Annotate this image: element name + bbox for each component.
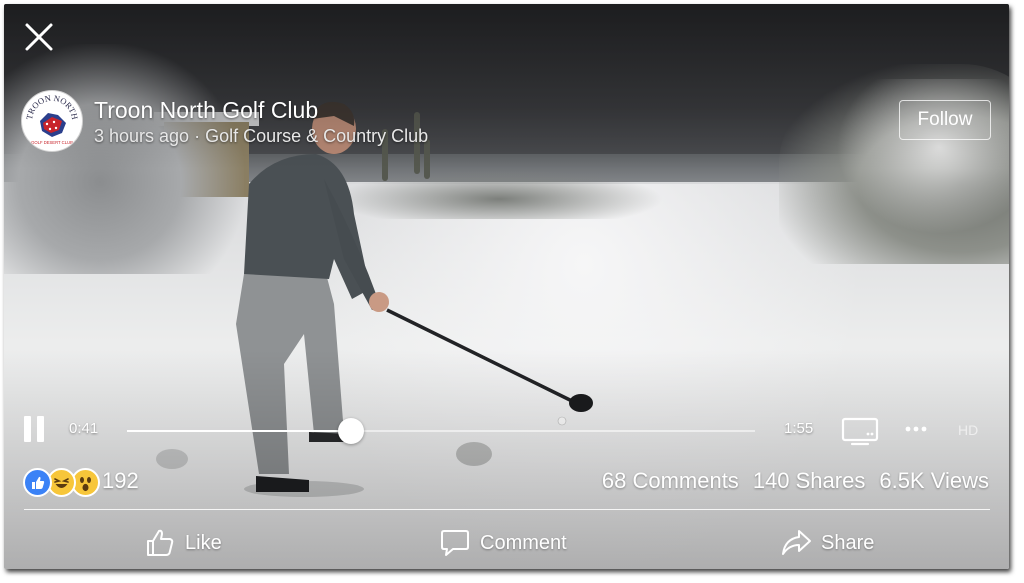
reaction-count[interactable]: 192 xyxy=(102,468,139,494)
progress-fill xyxy=(127,430,351,432)
share-icon xyxy=(782,530,811,555)
video-viewer[interactable]: TROON NORTH GOLF DESERT CLUB Troon North… xyxy=(4,4,1009,569)
views-count: 6.5K Views xyxy=(879,468,989,493)
page-name[interactable]: Troon North Golf Club xyxy=(94,97,318,124)
post-actions: Like Comment Share xyxy=(4,519,1009,567)
current-time: 0:41 xyxy=(69,420,99,437)
duration: 1:55 xyxy=(784,420,814,437)
pause-button[interactable] xyxy=(24,416,46,442)
close-icon xyxy=(25,23,53,51)
engagement-stats: 192 68 Comments 140 Shares 6.5K Views xyxy=(4,462,1009,502)
hd-toggle[interactable]: HD xyxy=(958,422,978,438)
comment-button[interactable]: Comment xyxy=(439,525,567,561)
troon-north-logo: TROON NORTH GOLF DESERT CLUB xyxy=(23,92,81,150)
cast-to-tv-button[interactable] xyxy=(840,417,880,447)
post-meta: 3 hours ago · Golf Course & Country Club xyxy=(94,126,428,147)
meta-separator: · xyxy=(189,126,206,146)
actions-divider xyxy=(24,509,990,510)
more-icon xyxy=(905,426,927,432)
comment-label: Comment xyxy=(480,531,567,554)
comments-count[interactable]: 68 Comments xyxy=(602,468,739,493)
player-controls: 0:41 1:55 HD xyxy=(4,408,1009,448)
share-button[interactable]: Share xyxy=(780,525,874,561)
page-avatar[interactable]: TROON NORTH GOLF DESERT CLUB xyxy=(21,90,83,152)
comment-icon xyxy=(441,530,469,556)
close-button[interactable] xyxy=(22,20,56,54)
like-reaction-icon xyxy=(23,468,52,497)
like-label: Like xyxy=(185,531,222,554)
progress-track[interactable] xyxy=(127,418,755,444)
page-category: Golf Course & Country Club xyxy=(205,126,429,146)
like-button[interactable]: Like xyxy=(144,525,222,561)
progress-scrubber[interactable] xyxy=(337,418,364,444)
post-time[interactable]: 3 hours ago xyxy=(94,126,189,146)
reactions-summary[interactable] xyxy=(23,466,103,497)
share-label: Share xyxy=(821,531,875,554)
stats-right: 68 Comments 140 Shares 6.5K Views xyxy=(588,468,989,494)
shares-count[interactable]: 140 Shares xyxy=(753,468,866,493)
follow-button[interactable]: Follow xyxy=(899,100,991,140)
more-options-button[interactable] xyxy=(904,422,928,436)
tv-icon xyxy=(841,417,879,446)
thumbs-up-icon xyxy=(147,529,174,556)
svg-text:GOLF DESERT CLUB: GOLF DESERT CLUB xyxy=(31,140,73,145)
